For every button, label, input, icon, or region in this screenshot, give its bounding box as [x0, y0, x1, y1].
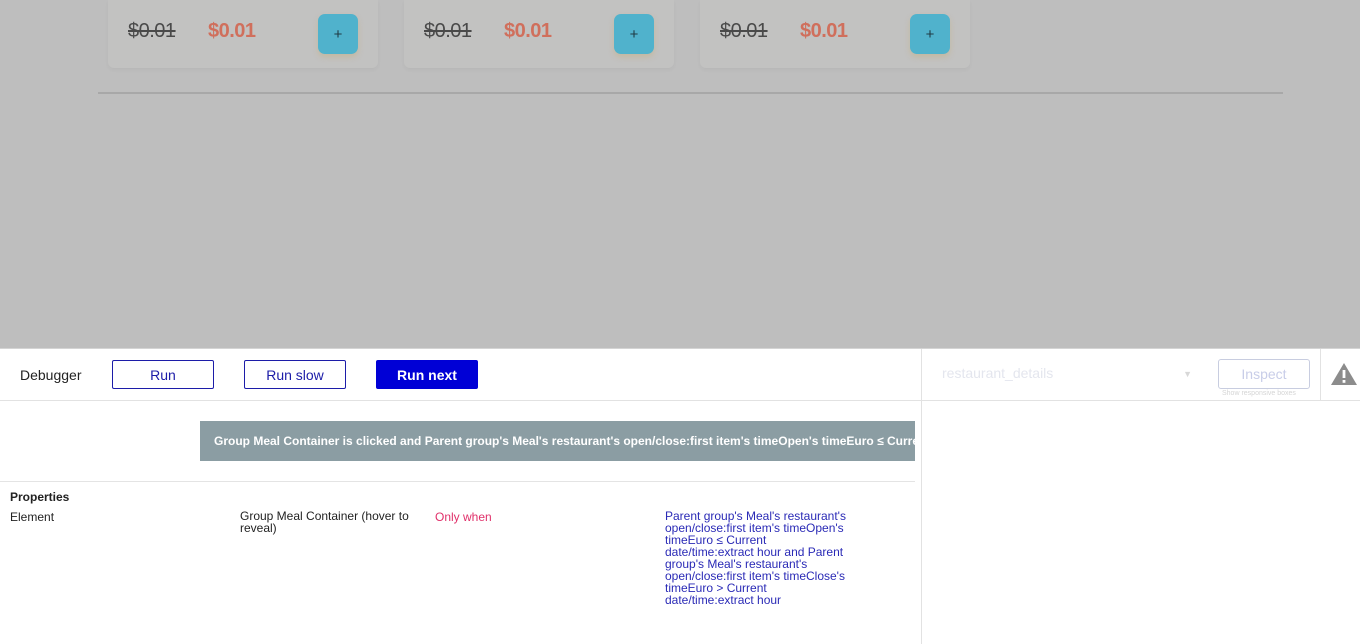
condition-expression[interactable]: Parent group's Meal's restaurant's open/…: [665, 510, 855, 606]
warning-icon[interactable]: [1330, 360, 1358, 388]
add-to-cart-button[interactable]: +: [614, 14, 654, 54]
original-price: $0.01: [424, 20, 472, 42]
product-card: $0.01 $0.01 +: [108, 0, 378, 68]
show-responsive-boxes-link[interactable]: Show responsive boxes: [1222, 390, 1296, 397]
debugger-main: Debugger Run Run slow Run next Group Mea…: [0, 349, 921, 644]
sale-price: $0.01: [504, 20, 552, 42]
debugger-title: Debugger: [20, 367, 82, 383]
properties-divider: [0, 481, 915, 482]
app-preview: $0.01 $0.01 + $0.01 $0.01 + $0.01 $0.01 …: [0, 0, 1360, 348]
properties-title: Properties: [10, 490, 70, 504]
sale-price: $0.01: [208, 20, 256, 42]
current-event-bar: Group Meal Container is clicked and Pare…: [200, 421, 915, 461]
original-price: $0.01: [128, 20, 176, 42]
original-price: $0.01: [720, 20, 768, 42]
element-select-value: restaurant_details: [942, 365, 1054, 381]
run-next-button[interactable]: Run next: [376, 360, 478, 389]
element-select[interactable]: restaurant_details ▼: [942, 365, 1196, 387]
debugger-panel: Debugger Run Run slow Run next Group Mea…: [0, 348, 1360, 644]
property-value[interactable]: Group Meal Container (hover to reveal): [240, 510, 420, 534]
warning-divider: [1320, 349, 1321, 400]
chevron-down-icon: ▼: [1183, 369, 1192, 379]
add-to-cart-button[interactable]: +: [318, 14, 358, 54]
debugger-inspector: restaurant_details ▼ Inspect Show respon…: [921, 349, 1360, 644]
sale-price: $0.01: [800, 20, 848, 42]
add-to-cart-button[interactable]: +: [910, 14, 950, 54]
condition-label: Only when: [435, 510, 492, 524]
product-card: $0.01 $0.01 +: [700, 0, 970, 68]
inspect-button[interactable]: Inspect: [1218, 359, 1310, 389]
property-key: Element: [10, 510, 55, 524]
run-button[interactable]: Run: [112, 360, 214, 389]
section-divider: [98, 92, 1283, 94]
run-slow-button[interactable]: Run slow: [244, 360, 346, 389]
product-card: $0.01 $0.01 +: [404, 0, 674, 68]
